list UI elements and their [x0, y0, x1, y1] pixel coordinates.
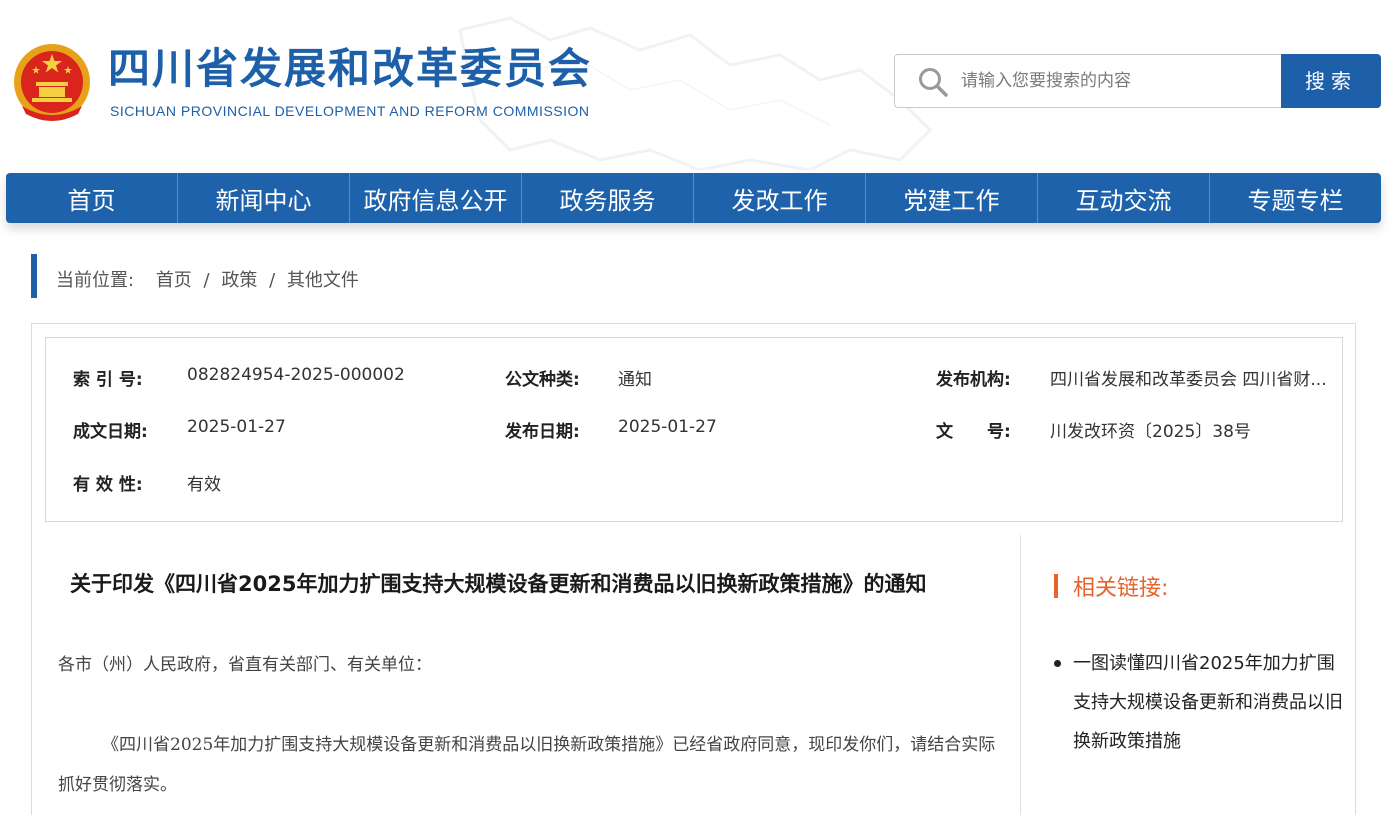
meta-row: 有 效 性: 有效: [46, 470, 1342, 500]
nav-item-topics[interactable]: 专题专栏: [1210, 173, 1381, 223]
national-emblem-icon: [14, 44, 90, 121]
document-metadata-panel: 索 引 号: 082824954-2025-000002 公文种类: 通知 发布…: [45, 337, 1343, 522]
site-title: 四川省发展和改革委员会: [108, 44, 593, 93]
meta-row: 成文日期: 2025-01-27 发布日期: 2025-01-27 文 号: 川…: [46, 417, 1342, 447]
article-body-paragraph: 《四川省2025年加力扩围支持大规模设备更新和消费品以旧换新政策措施》已经省政府…: [58, 735, 996, 795]
related-accent-bar: [1054, 574, 1058, 598]
search-button[interactable]: 搜索: [1281, 54, 1381, 108]
validity-label: 有 效 性:: [73, 475, 143, 495]
breadcrumb-separator: /: [269, 270, 276, 291]
publisher-value: 四川省发展和改革委员会 四川省财...: [1050, 370, 1327, 390]
nav-item-gov-info[interactable]: 政府信息公开: [350, 173, 522, 223]
doc-type-label: 公文种类:: [505, 370, 580, 390]
breadcrumb-accent-bar: [31, 254, 37, 298]
validity-value: 有效: [187, 475, 221, 495]
related-links-list: 一图读懂四川省2025年加力扩围支持大规模设备更新和消费品以旧换新政策措施: [1054, 644, 1344, 761]
index-label: 索 引 号:: [73, 370, 143, 390]
doc-type-value: 通知: [618, 370, 652, 390]
nav-item-news[interactable]: 新闻中心: [178, 173, 350, 223]
meta-row: 索 引 号: 082824954-2025-000002 公文种类: 通知 发布…: [46, 365, 1342, 395]
publisher-label: 发布机构:: [936, 370, 1011, 390]
search-box: 搜索: [894, 54, 1381, 108]
article-title: 关于印发《四川省2025年加力扩围支持大规模设备更新和消费品以旧换新政策措施》的…: [70, 572, 927, 596]
main-nav: 首页 新闻中心 政府信息公开 政务服务 发改工作 党建工作 互动交流 专题专栏: [6, 173, 1381, 223]
search-icon: [919, 68, 948, 97]
related-link-text[interactable]: 一图读懂四川省2025年加力扩围支持大规模设备更新和消费品以旧换新政策措施: [1073, 653, 1343, 752]
bullet-icon: [1054, 660, 1061, 667]
nav-item-home[interactable]: 首页: [6, 173, 178, 223]
nav-item-services[interactable]: 政务服务: [522, 173, 694, 223]
nav-item-interaction[interactable]: 互动交流: [1038, 173, 1210, 223]
created-date-value: 2025-01-27: [187, 417, 286, 437]
breadcrumb-policy-link[interactable]: 政策: [221, 270, 257, 291]
nav-item-work[interactable]: 发改工作: [694, 173, 866, 223]
breadcrumb-other-docs-link[interactable]: 其他文件: [287, 270, 359, 291]
breadcrumb-separator: /: [203, 270, 210, 291]
doc-number-label: 文 号:: [936, 422, 1011, 442]
breadcrumb-label: 当前位置:: [56, 270, 135, 291]
published-date-label: 发布日期:: [505, 422, 580, 442]
doc-number-value: 川发改环资〔2025〕38号: [1050, 422, 1251, 442]
published-date-value: 2025-01-27: [618, 417, 717, 437]
related-links-title: 相关链接:: [1073, 576, 1169, 601]
search-input[interactable]: [961, 63, 1271, 99]
created-date-label: 成文日期:: [73, 422, 148, 442]
breadcrumb: 当前位置: 首页 / 政策 / 其他文件: [56, 266, 359, 292]
index-value: 082824954-2025-000002: [187, 365, 405, 385]
column-divider: [1020, 535, 1021, 815]
breadcrumb-home-link[interactable]: 首页: [156, 270, 192, 291]
related-link-item[interactable]: 一图读懂四川省2025年加力扩围支持大规模设备更新和消费品以旧换新政策措施: [1054, 644, 1344, 761]
article-greeting: 各市（州）人民政府，省直有关部门、有关单位：: [58, 655, 432, 675]
site-subtitle: SICHUAN PROVINCIAL DEVELOPMENT AND REFOR…: [110, 103, 590, 119]
nav-item-party[interactable]: 党建工作: [866, 173, 1038, 223]
site-header: 四川省发展和改革委员会 SICHUAN PROVINCIAL DEVELOPME…: [0, 0, 1390, 170]
